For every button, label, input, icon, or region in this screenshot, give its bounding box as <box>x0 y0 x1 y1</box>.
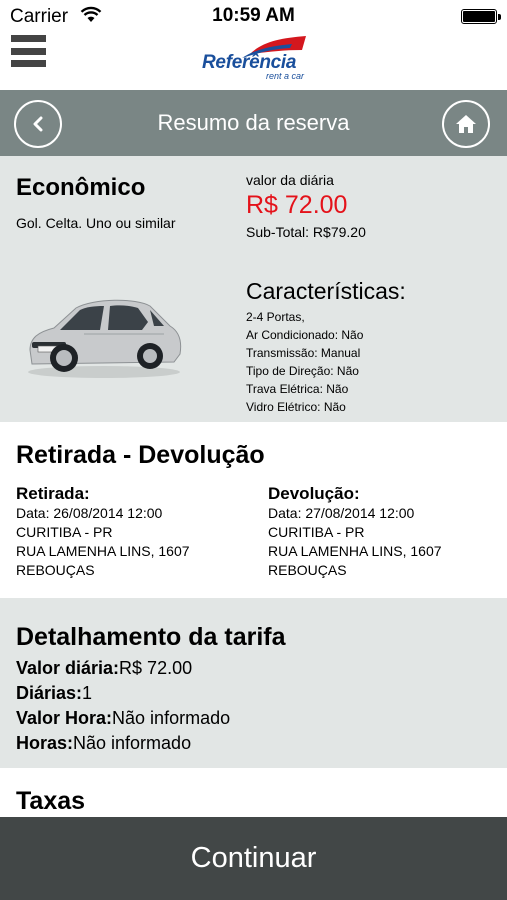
return-heading: Devolução: <box>268 484 360 503</box>
nav-bar: Resumo da reserva <box>0 90 507 156</box>
return-details: Devolução: Data: 27/08/2014 12:00 CURITI… <box>268 484 442 580</box>
pickup-street: RUA LAMENHA LINS, 1607 <box>16 543 190 559</box>
tariff-row-value: Não informado <box>112 708 231 728</box>
menu-icon[interactable] <box>11 35 46 71</box>
tariff-title: Detalhamento da tarifa <box>16 623 286 651</box>
tariff-row-label: Valor diária: <box>16 658 120 678</box>
pickup-return-title: Retirada - Devolução <box>16 441 265 469</box>
logo-subtext: rent a car <box>265 71 304 81</box>
car-models: Gol. Celta. Uno ou similar <box>16 215 176 231</box>
app-header: Referência rent a car <box>0 32 507 90</box>
tariff-row-label: Valor Hora: <box>16 708 113 728</box>
home-icon <box>456 115 476 133</box>
daily-rate-price: R$ 72.00 <box>246 191 348 219</box>
continue-button[interactable]: Continuar <box>0 817 507 900</box>
feature-item: Transmissão: Manual <box>246 346 361 360</box>
car-category: Econômico <box>16 174 146 201</box>
pickup-date: Data: 26/08/2014 12:00 <box>16 505 163 521</box>
return-street: RUA LAMENHA LINS, 1607 <box>268 543 442 559</box>
taxes-section: Taxas <box>0 768 507 818</box>
tariff-rows: Valor diária:R$ 72.00 Diárias:1 Valor Ho… <box>16 656 230 756</box>
status-bar: Carrier 10:59 AM <box>0 0 507 32</box>
taxes-title: Taxas <box>16 787 86 815</box>
tariff-section: Detalhamento da tarifa Valor diária:R$ 7… <box>0 598 507 768</box>
pickup-heading: Retirada: <box>16 484 90 503</box>
tariff-row: Diárias:1 <box>16 681 230 706</box>
feature-item: Vidro Elétrico: Não <box>246 400 346 414</box>
daily-rate-label: valor da diária <box>246 172 334 188</box>
pickup-details: Retirada: Data: 26/08/2014 12:00 CURITIB… <box>16 484 190 580</box>
pickup-district: REBOUÇAS <box>16 562 95 578</box>
feature-item: Trava Elétrica: Não <box>246 382 349 396</box>
tariff-row: Valor diária:R$ 72.00 <box>16 656 230 681</box>
subtotal: Sub-Total: R$79.20 <box>246 224 366 240</box>
pickup-city: CURITIBA - PR <box>16 524 113 540</box>
tariff-row: Horas:Não informado <box>16 731 230 756</box>
tariff-row-label: Diárias: <box>16 683 83 703</box>
tariff-row-value: 1 <box>82 683 93 703</box>
features-title: Características: <box>246 278 406 304</box>
tariff-row-value: Não informado <box>73 733 192 753</box>
brand-logo: Referência rent a car <box>200 32 310 81</box>
page-title: Resumo da reserva <box>157 110 350 135</box>
feature-item: Ar Condicionado: Não <box>246 328 364 342</box>
clock: 10:59 AM <box>212 5 295 26</box>
return-city: CURITIBA - PR <box>268 524 365 540</box>
tariff-row-label: Horas: <box>16 733 74 753</box>
tariff-row-value: R$ 72.00 <box>119 658 193 678</box>
battery-icon <box>461 9 501 24</box>
feature-item: 2-4 Portas, <box>246 310 305 324</box>
return-date: Data: 27/08/2014 12:00 <box>268 505 415 521</box>
features-list: 2-4 Portas, Ar Condicionado: Não Transmi… <box>246 308 363 416</box>
home-button[interactable] <box>442 100 490 148</box>
return-district: REBOUÇAS <box>268 562 347 578</box>
tariff-row: Valor Hora:Não informado <box>16 706 230 731</box>
feature-item: Tipo de Direção: Não <box>246 364 359 378</box>
car-summary: Econômico Gol. Celta. Uno ou similar val… <box>0 156 507 422</box>
car-image <box>28 299 182 378</box>
pickup-return-section: Retirada - Devolução Retirada: Data: 26/… <box>0 422 507 598</box>
